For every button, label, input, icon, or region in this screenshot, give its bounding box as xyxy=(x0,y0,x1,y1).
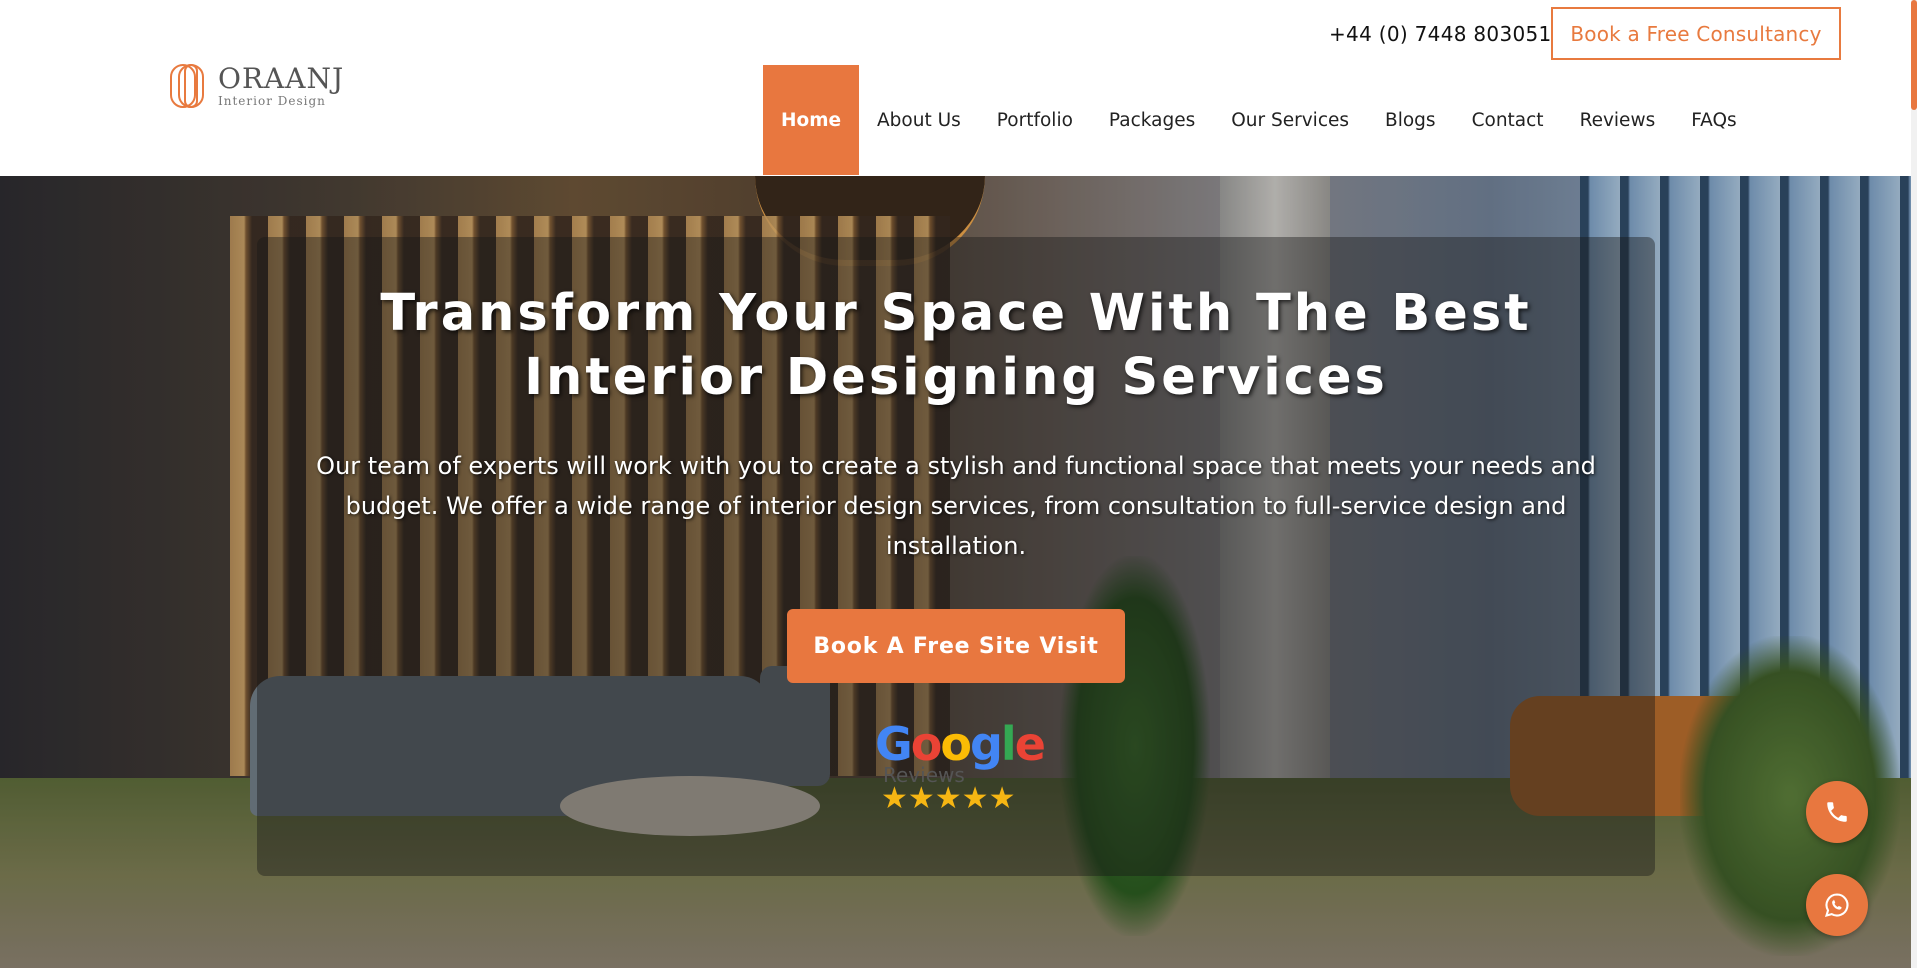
hero-description: Our team of experts will work with you t… xyxy=(316,452,1596,560)
rating-stars: ★★★★★ xyxy=(881,781,1016,816)
whatsapp-icon xyxy=(1824,893,1849,917)
book-consultancy-button[interactable]: Book a Free Consultancy xyxy=(1551,7,1841,60)
page-scrollbar-thumb[interactable] xyxy=(1911,0,1917,110)
google-reviews-badge[interactable]: Google Reviews ★★★★★ xyxy=(875,717,1046,819)
google-logo: Google xyxy=(875,717,1046,771)
nav-item-packages[interactable]: Packages xyxy=(1091,65,1213,175)
brand-logo[interactable]: ORAANJ Interior Design xyxy=(170,62,344,110)
nav-item-reviews[interactable]: Reviews xyxy=(1562,65,1674,175)
phone-icon xyxy=(1827,802,1847,822)
page-scrollbar[interactable] xyxy=(1911,0,1917,968)
site-header: ORAANJ Interior Design +44 (0) 7448 8030… xyxy=(0,0,1917,176)
nav-item-our-services[interactable]: Our Services xyxy=(1213,65,1367,175)
nav-item-blogs[interactable]: Blogs xyxy=(1367,65,1454,175)
logo-mark-icon xyxy=(170,62,212,110)
nav-item-about-us[interactable]: About Us xyxy=(859,65,979,175)
hero-title: Transform Your Space With The Best Inter… xyxy=(380,284,1532,407)
main-nav: Home About Us Portfolio Packages Our Ser… xyxy=(763,65,1755,175)
whatsapp-button[interactable] xyxy=(1806,874,1868,936)
brand-tagline: Interior Design xyxy=(218,94,326,108)
nav-item-faqs[interactable]: FAQs xyxy=(1673,65,1754,175)
nav-item-portfolio[interactable]: Portfolio xyxy=(979,65,1091,175)
nav-item-contact[interactable]: Contact xyxy=(1454,65,1562,175)
nav-item-home[interactable]: Home xyxy=(763,65,860,175)
call-button[interactable] xyxy=(1806,781,1868,843)
brand-name: ORAANJ xyxy=(218,62,345,95)
header-phone-link[interactable]: +44 (0) 7448 803051 xyxy=(1329,22,1552,46)
book-site-visit-button[interactable]: Book A Free Site Visit xyxy=(787,609,1125,683)
